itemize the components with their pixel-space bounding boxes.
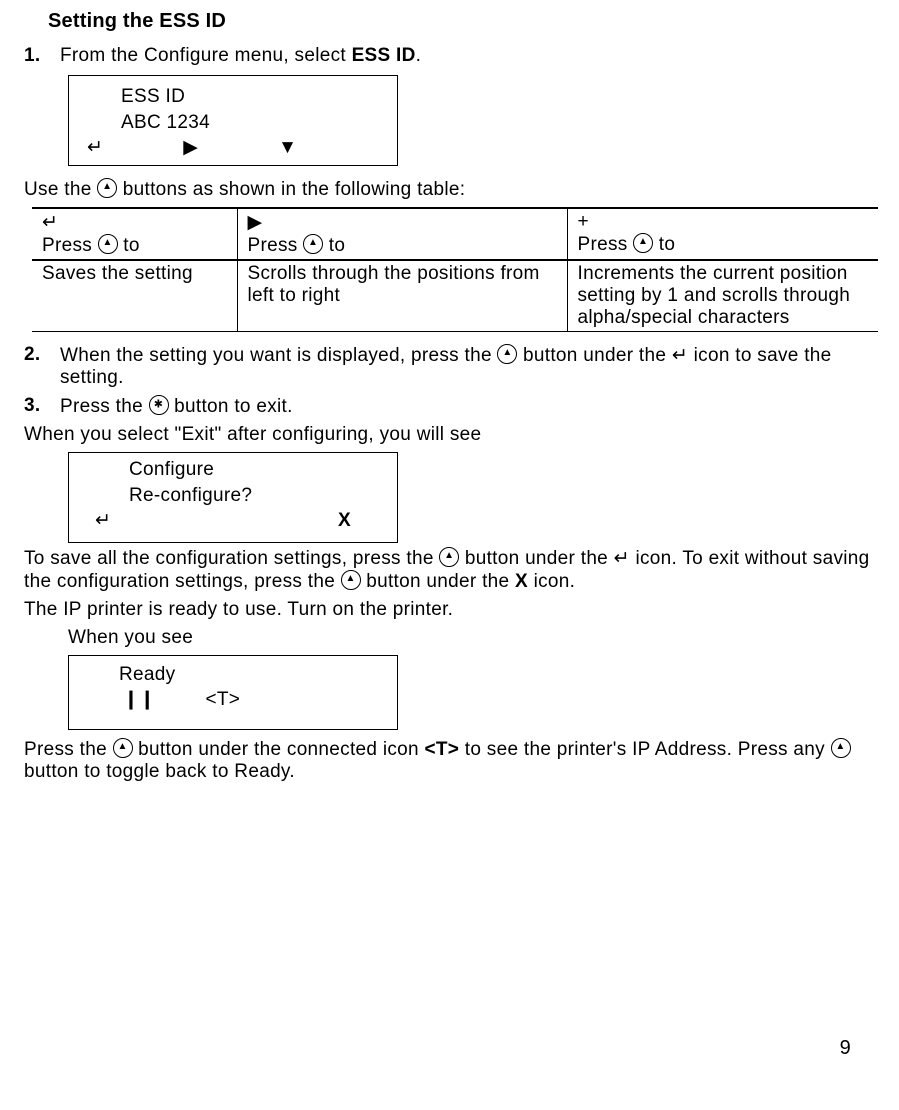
page-number: 9 [840,1037,851,1060]
cell-increments: Increments the current position setting … [567,260,878,332]
text: buttons as shown in the following table: [117,179,465,200]
up-button-icon [831,738,851,758]
ip-ready-line: The IP printer is ready to use. Turn on … [24,599,875,621]
step-1: 1. From the Configure menu, select ESS I… [24,45,875,67]
cell-saves: Saves the setting [32,260,237,332]
lcd-reconfigure: Configure Re-configure? ↵ X [68,452,398,543]
col2-header: ▶ Press to [237,208,567,260]
lcd-line1: Configure [129,457,381,483]
table-header-row: ↵ Press to ▶ Press to + Press to [32,208,878,260]
cell-scrolls: Scrolls through the positions from left … [237,260,567,332]
enter-icon: ↵ [614,548,630,569]
up-button-icon [113,738,133,758]
step-body: From the Configure menu, select ESS ID. [60,45,875,67]
use-buttons-line: Use the buttons as shown in the followin… [24,178,875,201]
text: Use the [24,179,97,200]
x-bold: X [515,571,528,592]
enter-icon: ↵ [87,135,103,161]
lcd-essid: ESS ID ABC 1234 ↵ ▶ ▼ [68,75,398,166]
section-heading: Setting the ESS ID [48,10,875,33]
lcd-line2: Re-configure? [129,483,381,509]
text: icon. [528,571,575,592]
text: to see the printer's IP Address. Press a… [459,739,830,760]
col3-header: + Press to [567,208,878,260]
text: to [118,235,140,256]
up-button-icon [497,344,517,364]
step-text: . [416,45,422,66]
up-button-icon [97,178,117,198]
right-arrow-icon: ▶ [248,212,263,233]
step-text: From the Configure menu, select [60,45,352,66]
step-2: 2. When the setting you want is displaye… [24,344,875,389]
connected-icon: <T> [205,687,240,713]
enter-icon: ↵ [42,212,58,233]
press-t-paragraph: Press the button under the connected ico… [24,738,875,783]
exit-select-line: When you select "Exit" after configuring… [24,424,875,446]
button-functions-table: ↵ Press to ▶ Press to + Press to Saves t… [32,207,878,332]
up-button-icon [303,234,323,254]
up-button-icon [98,234,118,254]
step-3: 3. Press the button to exit. [24,395,875,418]
lcd-ready: Ready ❙❙ <T> [68,655,398,730]
step-number: 1. [24,45,60,67]
right-arrow-icon: ▶ [183,135,198,161]
step-body: Press the button to exit. [60,395,875,418]
text: button under the [459,548,613,569]
text: Press [42,235,98,256]
plus-icon: + [578,211,589,232]
text: to [323,235,345,256]
when-you-see: When you see [68,627,875,649]
table-row: Saves the setting Scrolls through the po… [32,260,878,332]
down-arrow-icon: ▼ [278,135,297,161]
text: button to toggle back to Ready. [24,761,295,782]
text: When the setting you want is displayed, … [60,345,497,366]
col1-header: ↵ Press to [32,208,237,260]
lcd-line1: ESS ID [121,84,381,110]
up-button-icon [439,547,459,567]
text: To save all the configuration settings, … [24,548,439,569]
save-exit-paragraph: To save all the configuration settings, … [24,547,875,593]
text: Press [578,234,634,255]
text: button under the [517,345,671,366]
step-number: 3. [24,395,60,418]
step-body: When the setting you want is displayed, … [60,344,875,389]
text: button to exit. [169,396,293,417]
enter-icon: ↵ [672,345,688,366]
exit-button-icon [149,395,169,415]
text: Press the [60,396,149,417]
text: button under the connected icon [133,739,425,760]
pause-icon: ❙❙ [123,687,155,713]
step-number: 2. [24,344,60,389]
enter-icon: ↵ [95,508,111,534]
up-button-icon [633,233,653,253]
text: Press [248,235,304,256]
text: Press the [24,739,113,760]
lcd-line1: Ready [119,662,381,688]
x-icon: X [338,508,351,534]
lcd-line2: ABC 1234 [121,110,381,136]
t-tag-bold: <T> [425,739,460,760]
ess-id-bold: ESS ID [352,45,416,66]
up-button-icon [341,570,361,590]
text: to [653,234,675,255]
text: button under the [361,571,515,592]
